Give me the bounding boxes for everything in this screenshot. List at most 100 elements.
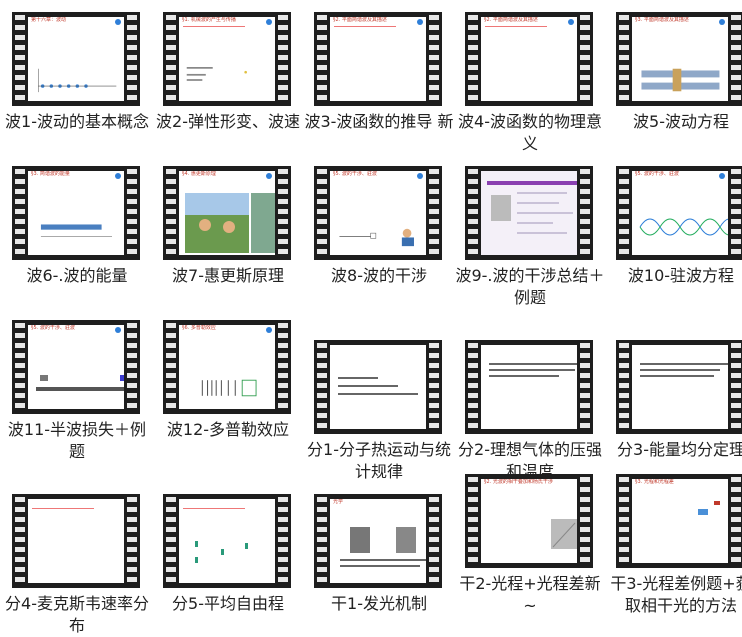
- video-tile[interactable]: 分4-麦克斯韦速率分布: [2, 494, 152, 637]
- video-thumbnail[interactable]: §1. 机械波的产生与传播: [163, 12, 291, 106]
- video-thumbnail[interactable]: §3. 光程和光程差: [616, 474, 742, 568]
- film-strip-icon: [127, 323, 137, 411]
- video-title[interactable]: 波8-波的干涉: [304, 265, 454, 287]
- video-thumbnail[interactable]: [163, 494, 291, 588]
- video-thumbnail[interactable]: 光学: [314, 494, 442, 588]
- video-thumbnail[interactable]: 第十六章：波动: [12, 12, 140, 106]
- portraits: [340, 527, 426, 567]
- film-strip-icon: [468, 477, 478, 565]
- video-thumbnail[interactable]: §6. 多普勒效应: [163, 320, 291, 414]
- slide-header: §2. 平面简谐波及其描述: [484, 17, 538, 23]
- film-strip-icon: [317, 343, 327, 431]
- film-strip-icon: [15, 497, 25, 585]
- video-thumbnail[interactable]: §5. 波的干涉、驻波: [616, 166, 742, 260]
- film-strip-icon: [15, 323, 25, 411]
- video-tile[interactable]: §3. 光程和光程差 干3-光程差例题+获取相干光的方法: [606, 474, 742, 617]
- video-title[interactable]: 波11-半波损失＋例题: [2, 419, 152, 463]
- video-title[interactable]: 波6-.波的能量: [2, 265, 152, 287]
- video-tile[interactable]: 波9-.波的干涉总结＋例题: [455, 166, 605, 309]
- video-title[interactable]: 波7-惠更斯原理: [153, 265, 303, 287]
- slide-header: §3. 光程和光程差: [635, 479, 674, 485]
- video-title[interactable]: 分3-能量均分定理: [606, 439, 742, 461]
- logo-icon: [115, 173, 121, 179]
- video-tile[interactable]: 光学 干1-发光机制: [304, 494, 454, 615]
- header-rule: [183, 26, 245, 27]
- video-title[interactable]: 波3-波函数的推导 新: [304, 111, 454, 133]
- video-thumbnail[interactable]: §3. 简谐波的能量: [12, 166, 140, 260]
- video-tile[interactable]: §6. 多普勒效应 波12-多普勒效应: [153, 320, 303, 441]
- slide-preview: 第十六章：波动: [28, 17, 124, 101]
- video-thumbnail[interactable]: §2. 平面简谐波及其描述: [314, 12, 442, 106]
- video-thumbnail[interactable]: [465, 166, 593, 260]
- video-tile[interactable]: 第十六章：波动 波1-波动的基本概念: [2, 12, 152, 133]
- video-title[interactable]: 波10-驻波方程: [606, 265, 742, 287]
- film-strip-icon: [127, 15, 137, 103]
- slide-preview: §5. 波的干涉、驻波: [28, 325, 124, 409]
- slide-header: [28, 499, 124, 506]
- video-thumbnail[interactable]: [12, 494, 140, 588]
- video-thumbnail[interactable]: [616, 340, 742, 434]
- film-strip-icon: [166, 15, 176, 103]
- video-thumbnail[interactable]: §5. 波的干涉、驻波: [12, 320, 140, 414]
- film-strip-icon: [731, 15, 741, 103]
- slide-header: §4. 惠更斯原理: [182, 171, 216, 177]
- video-title[interactable]: 波4-波函数的物理意义: [455, 111, 605, 155]
- text-lines: [338, 377, 418, 395]
- video-tile[interactable]: 分5-平均自由程: [153, 494, 303, 615]
- film-strip-icon: [580, 15, 590, 103]
- film-strip-icon: [278, 323, 288, 411]
- video-title[interactable]: 分5-平均自由程: [153, 593, 303, 615]
- slide-preview: §5. 波的干涉、驻波: [632, 171, 728, 255]
- video-thumbnail[interactable]: §2. 平面简谐波及其描述: [465, 12, 593, 106]
- video-thumbnail[interactable]: §5. 波的干涉、驻波: [314, 166, 442, 260]
- video-thumbnail[interactable]: §3. 平面简谐波及其描述: [616, 12, 742, 106]
- video-thumbnail[interactable]: [465, 340, 593, 434]
- video-tile[interactable]: §2. 光波的相干叠加和杨氏干涉 干2-光程+光程差新~: [455, 474, 605, 617]
- slide-preview: §3. 平面简谐波及其描述: [632, 17, 728, 101]
- video-title[interactable]: 波1-波动的基本概念: [2, 111, 152, 133]
- video-tile[interactable]: 分2-理想气体的压强和温度: [455, 340, 605, 483]
- film-strip-icon: [15, 15, 25, 103]
- video-title[interactable]: 波5-波动方程: [606, 111, 742, 133]
- video-title[interactable]: 波12-多普勒效应: [153, 419, 303, 441]
- video-thumbnail[interactable]: [314, 340, 442, 434]
- video-tile[interactable]: §1. 机械波的产生与传播 波2-弹性形变、波速: [153, 12, 303, 133]
- video-thumbnail[interactable]: §2. 光波的相干叠加和杨氏干涉: [465, 474, 593, 568]
- slide-header: [481, 345, 577, 352]
- video-tile[interactable]: 分1-分子热运动与统计规律: [304, 340, 454, 483]
- film-strip-icon: [619, 15, 629, 103]
- slide-header: [632, 345, 728, 352]
- video-tile[interactable]: §5. 波的干涉、驻波 波8-波的干涉: [304, 166, 454, 287]
- video-title[interactable]: 干3-光程差例题+获取相干光的方法: [606, 573, 742, 617]
- doppler-illustration: [201, 379, 257, 397]
- video-title[interactable]: 干1-发光机制: [304, 593, 454, 615]
- video-tile[interactable]: §5. 波的干涉、驻波 波10-驻波方程: [606, 166, 742, 287]
- video-tile[interactable]: §4. 惠更斯原理 波7-惠更斯原理: [153, 166, 303, 287]
- video-title[interactable]: 波2-弹性形变、波速: [153, 111, 303, 133]
- video-tile[interactable]: §5. 波的干涉、驻波 波11-半波损失＋例题: [2, 320, 152, 463]
- slide-preview: §2. 光波的相干叠加和杨氏干涉: [481, 479, 577, 563]
- logo-icon: [719, 173, 725, 179]
- slide-header: §5. 波的干涉、驻波: [333, 171, 377, 177]
- slide-preview: §3. 光程和光程差: [632, 479, 728, 563]
- logo-icon: [417, 173, 423, 179]
- video-title[interactable]: 波9-.波的干涉总结＋例题: [455, 265, 605, 309]
- video-title[interactable]: 分4-麦克斯韦速率分布: [2, 593, 152, 637]
- video-tile[interactable]: 分3-能量均分定理: [606, 340, 742, 461]
- logo-icon: [719, 19, 725, 25]
- slide-header: [179, 499, 275, 506]
- video-tile[interactable]: §3. 简谐波的能量 波6-.波的能量: [2, 166, 152, 287]
- video-tile[interactable]: §2. 平面简谐波及其描述 波3-波函数的推导 新: [304, 12, 454, 133]
- slide-preview: [28, 499, 124, 583]
- video-tile[interactable]: §3. 平面简谐波及其描述 波5-波动方程: [606, 12, 742, 133]
- slide-preview: [481, 171, 577, 255]
- video-tile[interactable]: §2. 平面简谐波及其描述 波4-波函数的物理意义: [455, 12, 605, 155]
- slide-preview: §2. 平面简谐波及其描述: [481, 17, 577, 101]
- video-title[interactable]: 分1-分子热运动与统计规律: [304, 439, 454, 483]
- video-thumbnail[interactable]: §4. 惠更斯原理: [163, 166, 291, 260]
- film-strip-icon: [429, 343, 439, 431]
- film-strip-icon: [468, 343, 478, 431]
- film-strip-icon: [317, 169, 327, 257]
- film-strip-icon: [278, 169, 288, 257]
- video-title[interactable]: 干2-光程+光程差新~: [455, 573, 605, 617]
